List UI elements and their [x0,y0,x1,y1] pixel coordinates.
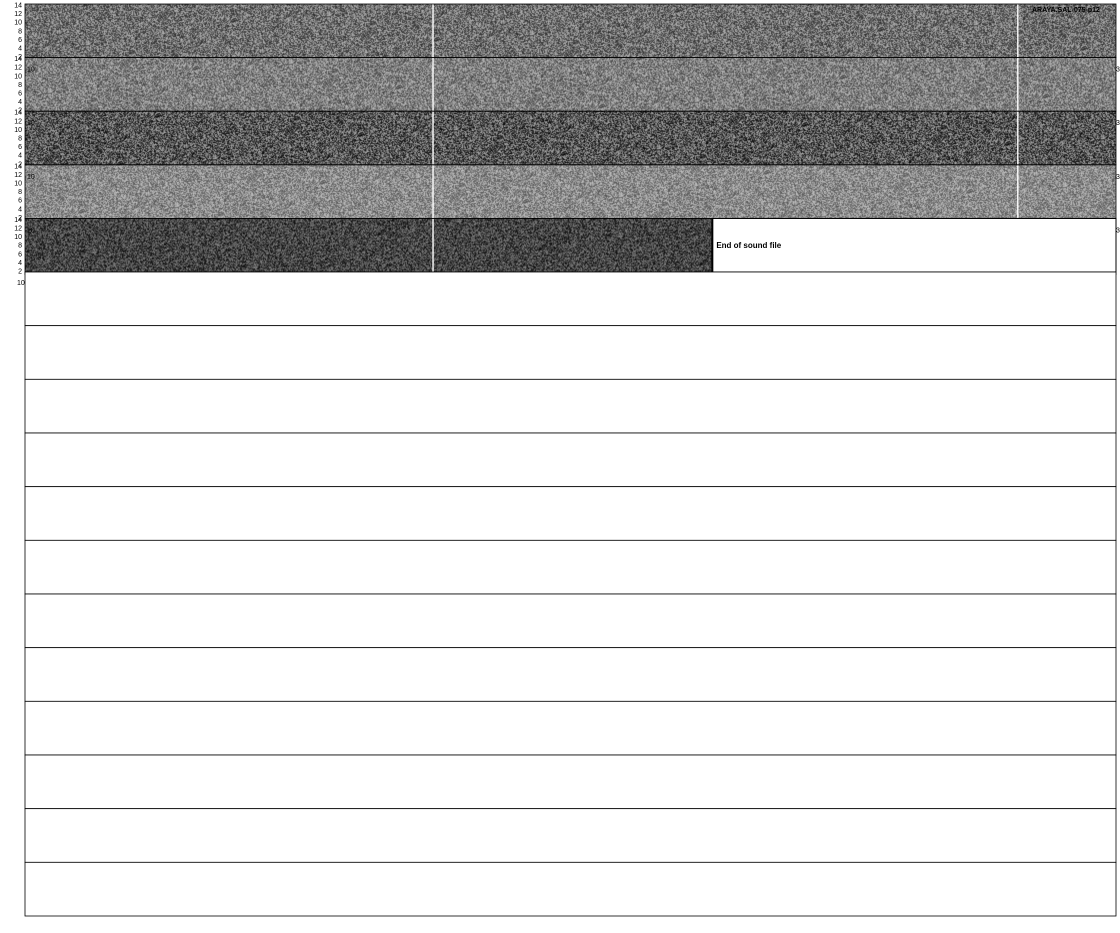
empty-row [24,432,1117,488]
y-tick-label: 4 [18,260,22,267]
spectrogram-strip-1 [25,4,1116,58]
y-tick-label: 6 [18,37,22,44]
empty-rows [24,271,1117,917]
row-left-label: 10 [27,227,35,234]
spectrogram-strip-3 [25,111,1116,166]
empty-row [24,539,1117,595]
empty-row [24,754,1117,810]
end-of-file-region: End of sound file [711,217,1117,273]
y-tick-label: 6 [18,251,22,258]
spectrogram-strip-2 [25,57,1116,112]
row-right-label: 3 [1116,227,1120,234]
station-id-label: ARAYA.SAL-075-p12 [1032,7,1100,14]
row-right-label: 3 [1116,67,1120,74]
y-tick-label: 2 [18,269,22,276]
spectrogram-figure: End of sound file 2468101214246810121424… [14,3,1120,917]
empty-row [24,271,1117,327]
y-tick-label: 12 [14,226,22,233]
y-tick-label: 6 [18,91,22,98]
y-tick-label: 14 [14,217,22,224]
spectrogram-strip-4 [25,164,1116,219]
y-tick-label: 6 [18,144,22,151]
y-tick-label: 8 [18,243,22,250]
row-left-label: 10 [27,174,35,181]
y-tick-label: 12 [14,65,22,72]
empty-row [24,808,1117,863]
empty-row [24,861,1117,917]
y-tick-label: 8 [18,28,22,35]
y-tick-label: 4 [18,153,22,160]
y-tick-label: 6 [18,198,22,205]
row-left-label: 10 [27,120,35,127]
y-tick-label: 12 [14,118,22,125]
row-right-label: 3 [1116,174,1120,181]
row-left-label: 10 [27,67,35,74]
y-tick-label: 8 [18,189,22,196]
y-tick-label: 10 [14,73,22,80]
y-tick-label: 10 [14,20,22,27]
end-of-file-label: End of sound file [716,241,781,250]
y-tick-label: 12 [14,172,22,179]
y-tick-label: 14 [14,3,22,10]
empty-row [24,325,1117,380]
y-tick-label: 14 [14,56,22,63]
y-tick-label: 4 [18,99,22,106]
row-right-label: 3 [1116,120,1120,127]
empty-row [24,647,1117,702]
empty-row [24,378,1117,434]
y-tick-label: 4 [18,46,22,53]
y-tick-label: 14 [14,163,22,170]
y-tick-label: 4 [18,206,22,213]
y-tick-label: 12 [14,11,22,18]
empty-row [24,593,1117,649]
y-tick-label: 14 [14,110,22,117]
y-tick-label: 8 [18,136,22,143]
spectrogram-strip-5 [25,218,712,273]
y-tick-label: 8 [18,82,22,89]
y-tick-label: 10 [14,234,22,241]
y-tick-label: 10 [14,181,22,188]
empty-row [24,486,1117,541]
y-tick-label: 10 [14,127,22,134]
empty-row [24,700,1117,756]
